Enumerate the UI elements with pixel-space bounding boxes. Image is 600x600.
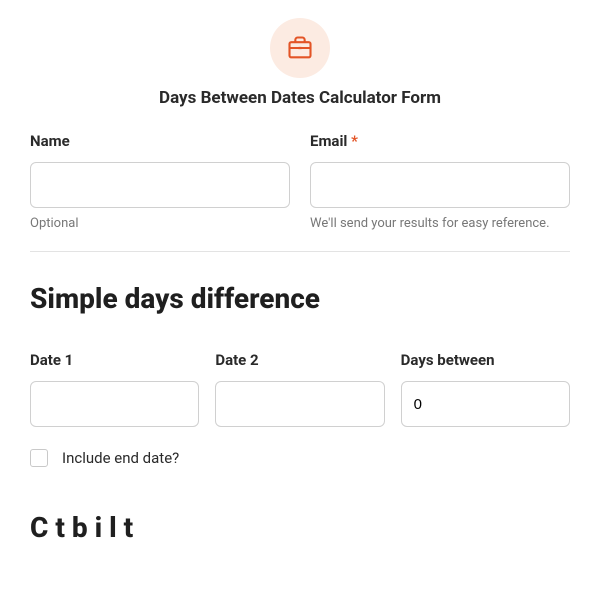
name-helper: Optional (30, 216, 290, 231)
email-label-text: Email (310, 132, 347, 150)
include-end-label: Include end date? (62, 449, 179, 467)
include-end-row: Include end date? (30, 449, 570, 467)
days-between-field: Days between (401, 351, 570, 427)
form-icon-circle (270, 18, 330, 78)
email-label: Email * (310, 132, 570, 150)
date2-label: Date 2 (215, 351, 384, 369)
name-field: Name Optional (30, 132, 290, 231)
required-mark: * (351, 132, 358, 150)
divider (30, 251, 570, 252)
include-end-checkbox[interactable] (30, 449, 48, 467)
name-label: Name (30, 132, 290, 150)
section-title-partial: C t b i l t (30, 511, 570, 544)
date2-field: Date 2 (215, 351, 384, 427)
date1-input[interactable] (30, 381, 199, 427)
date2-input[interactable] (215, 381, 384, 427)
form-title: Days Between Dates Calculator Form (30, 88, 570, 108)
days-between-label: Days between (401, 351, 570, 369)
email-helper: We'll send your results for easy referen… (310, 216, 570, 231)
date1-label: Date 1 (30, 351, 199, 369)
email-input[interactable] (310, 162, 570, 208)
days-between-input[interactable] (401, 381, 570, 427)
date1-field: Date 1 (30, 351, 199, 427)
section-title-simple: Simple days difference (30, 282, 570, 315)
name-input[interactable] (30, 162, 290, 208)
email-field: Email * We'll send your results for easy… (310, 132, 570, 231)
briefcase-icon (286, 34, 314, 62)
